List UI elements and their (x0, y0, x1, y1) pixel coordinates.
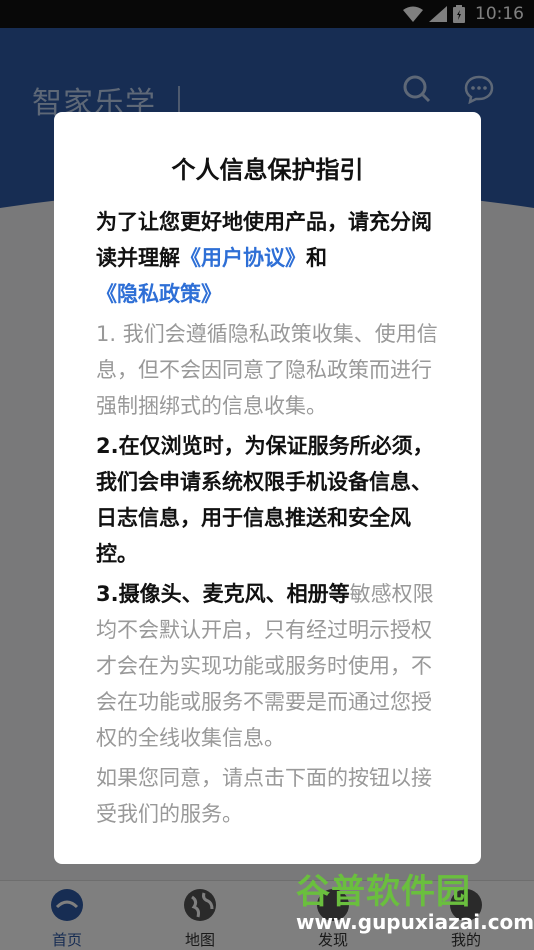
user-agreement-link[interactable]: 《用户协议》 (180, 246, 306, 270)
dialog-intro: 为了让您更好地使用产品，请充分阅读并理解《用户协议》和《隐私政策》 (96, 204, 448, 312)
dialog-body: 为了让您更好地使用产品，请充分阅读并理解《用户协议》和《隐私政策》 1. 我们会… (96, 204, 448, 836)
watermark: 谷普软件园 www.gupuxiazai.com (290, 862, 534, 950)
dialog-title: 个人信息保护指引 (171, 156, 364, 184)
item3-rest-text: 敏感权限均不会默认开启，只有经过明示授权才会在为实现功能或服务时使用，不会在功能… (96, 582, 434, 750)
dialog-item-1: 1. 我们会遵循隐私政策收集、使用信息，但不会因同意了隐私政策而进行强制捆绑式的… (96, 322, 438, 418)
item3-bold-text: 3.摄像头、麦克风、相册等 (96, 582, 350, 606)
and-text: 和 (306, 246, 327, 270)
dialog-footer: 如果您同意，请点击下面的按钮以接受我们的服务。 (96, 766, 432, 826)
dialog-item-3: 3.摄像头、麦克风、相册等敏感权限均不会默认开启，只有经过明示授权才会在为实现功… (96, 576, 448, 756)
privacy-policy-link[interactable]: 《隐私政策》 (96, 282, 222, 306)
watermark-url: www.gupuxiazai.com (296, 910, 534, 934)
privacy-dialog: 个人信息保护指引 为了让您更好地使用产品，请充分阅读并理解《用户协议》和《隐私政… (54, 112, 481, 864)
watermark-logo: 谷普软件园 (296, 872, 471, 912)
dialog-item-2: 2.在仅浏览时，为保证服务所必须，我们会申请系统权限手机设备信息、日志信息，用于… (96, 434, 434, 566)
